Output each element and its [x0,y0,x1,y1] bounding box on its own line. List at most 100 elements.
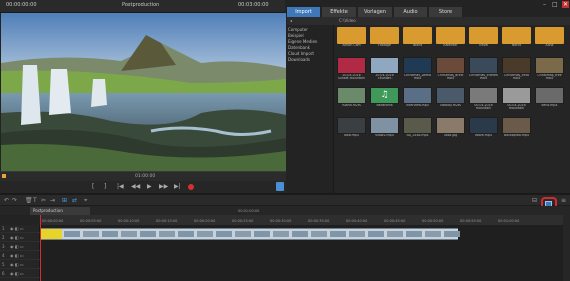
media-item[interactable]: Christmas_intro mp4 [502,57,531,79]
track-controls-icon[interactable]: ◉ ◧ ▭ [10,253,24,258]
text-icon[interactable]: T [33,197,37,204]
folder-item[interactable]: Nacht [502,27,531,48]
next-marker-button[interactable]: ▶| [174,183,181,190]
timeline-ruler[interactable]: 00:01:00:00 00:00:00:00 00:00:05:00 00:00:… [40,209,570,225]
media-item[interactable]: Nikolaji.m2ts [436,87,465,108]
folder-item[interactable]: Action Cam [337,27,366,48]
track-controls-icon[interactable]: ◉ ◧ ▭ [10,244,24,249]
clip-frame [387,231,403,237]
minimize-button[interactable]: – [543,1,546,8]
track-controls-icon[interactable]: ◉ ◧ ▭ [10,235,24,240]
timeline-mode-icon[interactable]: ⊟ [532,197,537,204]
media-item[interactable]: snow2.mp4 [370,117,399,138]
track-controls-icon[interactable]: ◉ ◧ ▭ [10,271,24,276]
play-button[interactable]: ▶ [147,183,152,190]
media-item[interactable]: Christmas_tree mp4 [535,57,564,79]
ruler-tick-label: 00:00:15:00 [156,219,178,223]
sidebar-item-examples[interactable]: Beispiel [288,33,304,38]
track-header[interactable]: 2 ◉ ◧ ▭ [0,234,40,242]
media-item[interactable]: Christmas_interest mp4 [469,57,498,79]
media-item[interactable]: island.m2ts [337,87,366,108]
group-icon[interactable]: ⊞ [62,197,67,204]
forward-button[interactable]: ▶▶ [159,183,168,190]
clip-frame [102,231,118,237]
folder-icon [535,27,564,44]
record-button[interactable] [188,184,194,190]
clip-frame [330,231,346,237]
folder-item[interactable]: Kalender [436,27,465,48]
playhead[interactable] [40,215,41,281]
sidebar-item-own-media[interactable]: Eigene Medien [288,39,317,44]
timecode-right[interactable]: 00:03:00:00 [238,2,269,8]
media-item[interactable]: 20.04.2016 chunder mountain balkan [370,57,399,79]
track-header[interactable]: 5 ◉ ◧ ▭ [0,261,40,269]
current-path[interactable]: C:\Video [339,18,356,23]
folder-item[interactable]: Alina [535,27,564,48]
sidebar-item-downloads[interactable]: Downloads [288,57,310,62]
tab-templates[interactable]: Vorlagen [358,7,393,17]
folder-item[interactable]: Footage [370,27,399,48]
clip-start-thumb[interactable] [40,229,62,239]
clip-frame [64,231,80,237]
timeline-tab[interactable]: Postproduction [30,207,90,215]
menu-icon[interactable]: ≡ [561,197,566,204]
clip-frame [349,231,365,237]
timeline-scrollbar[interactable] [563,215,570,281]
track-header[interactable]: 3 ◉ ◧ ▭ [0,243,40,251]
track-header[interactable]: 6 ◉ ◧ ▭ [0,270,40,278]
prev-marker-button[interactable]: |◀ [117,183,124,190]
track-controls-icon[interactable]: ◉ ◧ ▭ [10,226,24,231]
cut-icon[interactable]: ✂ [41,197,46,204]
media-item-label: Christmas_Demo mp4 [403,74,432,79]
sidebar-item-cloud-import[interactable]: Cloud Import [288,51,314,56]
media-item[interactable]: Wave.mp4 [469,117,498,138]
media-item[interactable]: ♫ Bellaroma [370,87,399,108]
mark-out-button[interactable]: ] [104,183,106,190]
back-icon[interactable]: ◂ [290,18,292,23]
folder-item[interactable]: Island [403,27,432,48]
media-item[interactable]: interview.mp4 [403,87,432,108]
media-item-label: Toda.jpg [443,134,458,137]
timeline-clip[interactable] [40,228,460,240]
snap-icon[interactable]: ⌖ [84,197,87,205]
close-button[interactable]: ✕ [562,1,570,8]
media-item-label: SB_2448.mp4 [406,134,429,137]
sidebar-item-computer[interactable]: Computer [288,27,308,32]
tab-store[interactable]: Store [429,7,463,17]
media-thumbnail [337,117,366,134]
mark-in-button[interactable]: [ [92,183,94,190]
redo-icon[interactable]: ↷ [12,197,17,204]
tab-audio[interactable]: Audio [394,7,428,17]
media-item[interactable]: Christmas_Demo mp4 [403,57,432,79]
delete-icon[interactable]: 🗑 [25,197,33,204]
preview-scrubber[interactable]: 01:00:00 [0,171,286,181]
export-icon[interactable] [276,182,284,191]
media-item[interactable]: Christmas_drink mp4 [436,57,465,79]
in-marker[interactable] [2,174,6,178]
media-item-label: Kalender [443,44,458,47]
insert-icon[interactable]: ⇥ [50,197,55,204]
track-controls-icon[interactable]: ◉ ◧ ▭ [10,262,24,267]
rewind-button[interactable]: ◀◀ [131,183,140,190]
video-preview[interactable] [1,13,286,171]
media-item[interactable]: Toda.jpg [436,117,465,138]
maximize-button[interactable]: □ [552,1,558,8]
media-thumbnail [337,57,366,74]
tab-effects[interactable]: Effekte [322,7,357,17]
media-item[interactable]: bow.mp4 [337,117,366,138]
link-icon[interactable]: ⇄ [72,197,77,204]
folder-item[interactable]: Travel [469,27,498,48]
media-item[interactable]: 00.04.2016 mountain panorama [502,87,531,109]
media-item[interactable]: 20.04.2016 sunset mountain balkan [337,57,366,79]
media-item[interactable]: 00.04.2016 mountain panorama [469,87,498,109]
tab-import[interactable]: Import [287,7,321,17]
track-header[interactable]: 4 ◉ ◧ ▭ [0,252,40,260]
folder-icon [469,27,498,44]
preview-header: 00:00:00:00 Postproduction 00:03:00:00 [0,0,285,13]
media-item[interactable]: kerio.mp4 [535,87,564,108]
sidebar-item-database[interactable]: Datenbank [288,45,310,50]
undo-icon[interactable]: ↶ [4,197,9,204]
media-item[interactable]: Ballkopfad.mp4 [502,117,531,138]
media-item[interactable]: SB_2448.mp4 [403,117,432,138]
track-header[interactable]: 1 ◉ ◧ ▭ [0,225,40,233]
